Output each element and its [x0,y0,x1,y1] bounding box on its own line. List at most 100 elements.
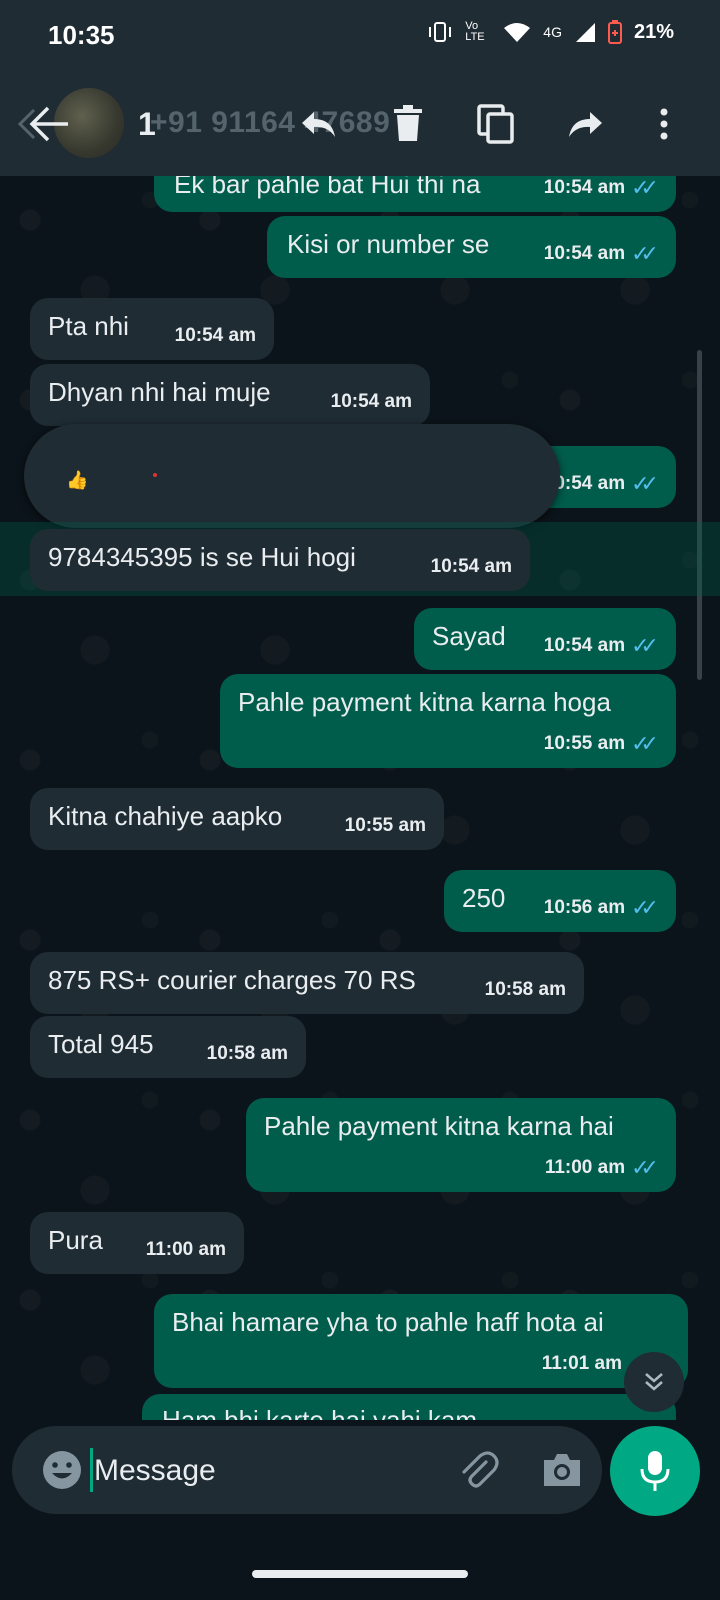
message-text: Kisi or number se [287,229,490,259]
message-time: 11:00 am [544,1157,626,1178]
message-meta: 10:54 am [431,551,512,583]
battery-percent: 21% [633,20,674,43]
message-meta: 10:54 am ✓✓ [543,238,659,270]
message-time: 10:54 am [430,556,512,577]
chat-scrollbar[interactable] [697,350,702,680]
read-ticks-icon: ✓✓ [631,1155,659,1180]
message-time: 10:56 am [543,897,626,918]
message-bubble[interactable]: Pahle payment kitna karna hoga 10:55 am ✓… [220,674,676,768]
message-bubble[interactable]: Dhyan nhi hai muje 10:54 am [30,364,430,426]
message-meta: 10:54 am ✓✓ [543,630,659,662]
selected-count: 1 [138,106,156,142]
message-text: 250 [462,883,506,913]
forward-button[interactable] [560,98,612,150]
message-time: 10:54 am [174,325,256,346]
attach-button[interactable] [456,1448,500,1492]
more-icon [660,108,668,140]
message-bubble[interactable]: Pura 11:00 am [30,1212,244,1274]
message-bubble[interactable]: Bhai hamare yha to pahle haff hota ai 11… [154,1294,688,1388]
home-indicator[interactable] [252,1570,468,1578]
message-time: 10:54 am [543,635,626,656]
message-meta: 10:54 am [175,320,256,352]
message-text: Kitna chahiye aapko [48,801,283,831]
message-time: 10:58 am [484,979,566,1000]
message-input[interactable] [92,1444,436,1498]
delete-button[interactable] [382,98,434,150]
microphone-icon [640,1451,670,1491]
status-icons: Vo LTE 4G 21% [427,20,674,44]
selection-toolbar: +91 91164 47689 1 [0,72,720,176]
message-bubble[interactable]: Pahle payment kitna karna hai 11:00 am ✓✓ [246,1098,676,1192]
message-text: 9784345395 is se Hui hogi [48,542,356,572]
back-arrow-icon [17,106,68,142]
message-time: 10:58 am [206,1043,288,1064]
message-meta: 11:01 am [542,1348,622,1380]
message-meta: 11:00 am [146,1234,226,1266]
volte-indicator: Vo LTE [465,20,485,43]
message-bubble-selected[interactable]: 9784345395 is se Hui hogi 10:54 am [30,529,530,591]
forward-icon [569,112,602,137]
read-ticks-icon: ✓✓ [631,175,659,200]
message-time: 11:01 am [541,1353,622,1374]
status-bar: 10:35 Vo LTE 4G 21% [0,0,720,72]
vibrate-icon [429,22,452,42]
message-meta: 10:54 am [331,386,412,418]
delete-icon [394,105,422,141]
contact-number: +91 91164 47689 [150,106,391,139]
message-bubble[interactable]: Sayad 10:54 am ✓✓ [414,608,676,670]
read-ticks-icon: ✓✓ [631,895,659,920]
message-text: Pta nhi [48,311,129,341]
reply-icon [302,112,335,137]
copy-icon [477,104,514,144]
message-bubble[interactable]: 250 10:56 am ✓✓ [444,870,676,932]
message-bubble[interactable]: Kitna chahiye aapko 10:55 am [30,788,444,850]
emoji-button[interactable] [40,1448,84,1492]
read-ticks-icon: ✓✓ [631,731,659,756]
scroll-to-bottom-button[interactable] [624,1352,684,1412]
message-time: 10:55 am [543,733,626,754]
message-bubble[interactable]: Pta nhi 10:54 am [30,298,274,360]
copy-button[interactable] [470,98,522,150]
wifi-icon [504,23,531,42]
emoji-icon [43,1451,81,1489]
signal-icon [575,23,595,42]
message-time: 10:54 am [330,391,412,412]
message-meta: 10:54 am ✓✓ [544,468,659,500]
status-time: 10:35 [48,20,115,50]
message-meta: 11:00 am ✓✓ [544,1152,659,1184]
reaction-dot-icon [153,473,157,477]
message-text: Pahle payment kitna karna hai [264,1111,614,1141]
message-time: 10:54 am [543,177,626,198]
reply-button[interactable] [292,98,344,150]
message-text: 875 RS+ courier charges 70 RS [48,965,416,995]
message-time: 10:55 am [344,815,426,836]
message-time: 10:54 am [543,243,626,264]
message-meta: 10:56 am ✓✓ [543,892,659,924]
camera-icon [544,1454,580,1486]
battery-icon [607,20,622,44]
message-text: Bhai hamare yha to pahle haff hota ai [172,1307,604,1337]
message-bubble[interactable]: 875 RS+ courier charges 70 RS 10:58 am [30,952,584,1014]
message-text: Dhyan nhi hai muje [48,377,271,407]
camera-button[interactable] [540,1448,584,1492]
message-text: Total 945 [48,1029,154,1059]
voice-message-button[interactable] [610,1426,700,1516]
read-ticks-icon: ✓✓ [631,471,659,496]
message-time: 11:00 am [145,1239,226,1260]
read-ticks-icon: ✓✓ [631,241,659,266]
message-bubble[interactable]: Total 945 10:58 am [30,1016,306,1078]
thumbs-up-reaction[interactable]: 👍 [66,470,88,491]
message-text: Sayad [432,621,506,651]
more-options-button[interactable] [638,98,690,150]
read-ticks-icon: ✓✓ [631,633,659,658]
reaction-picker [24,424,560,528]
paperclip-icon [462,1451,499,1488]
message-meta: 10:58 am [207,1038,288,1070]
network-type: 4G [543,24,562,40]
message-meta: 10:58 am [485,974,566,1006]
message-meta: 10:54 am ✓✓ [543,172,659,204]
message-composer [12,1426,602,1514]
back-button[interactable] [16,100,72,148]
message-bubble[interactable]: Kisi or number se 10:54 am ✓✓ [267,216,676,278]
message-text: Pahle payment kitna karna hoga [238,687,611,717]
